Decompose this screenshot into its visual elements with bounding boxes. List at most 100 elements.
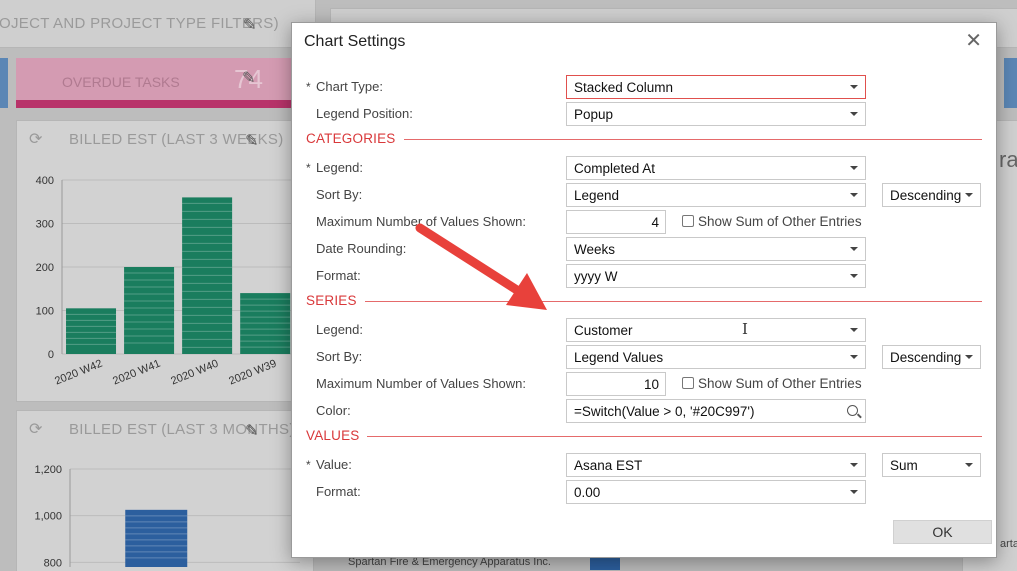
chevron-down-icon bbox=[850, 274, 858, 278]
checkbox-box[interactable] bbox=[682, 377, 694, 389]
series-show-sum-checkbox[interactable]: Show Sum of Other Entries bbox=[682, 376, 862, 391]
value-format-label: Format: bbox=[316, 484, 361, 499]
overdue-tasks-label: OVERDUE TASKS bbox=[62, 74, 180, 90]
chart-type-select[interactable]: Stacked Column bbox=[566, 75, 866, 99]
series-section: SERIES bbox=[306, 293, 982, 309]
overdue-tasks-kpi[interactable]: OVERDUE TASKS 74 ✎ bbox=[16, 58, 292, 102]
series-sort-select[interactable]: Legend Values bbox=[566, 345, 866, 369]
chart-settings-dialog: Chart Settings ✕ * Chart Type: Stacked C… bbox=[291, 22, 997, 558]
category-show-sum-checkbox[interactable]: Show Sum of Other Entries bbox=[682, 214, 862, 229]
search-icon[interactable] bbox=[847, 405, 858, 416]
legend-position-label: Legend Position: bbox=[316, 106, 413, 121]
edit-pencil-icon[interactable]: ✎ bbox=[243, 15, 256, 35]
series-order-select[interactable]: Descending bbox=[882, 345, 981, 369]
category-max-input[interactable]: 4 bbox=[566, 210, 666, 234]
category-order-select[interactable]: Descending bbox=[882, 183, 981, 207]
refresh-icon[interactable]: ⟳ bbox=[29, 129, 42, 149]
customer-bar bbox=[590, 558, 620, 570]
categories-title: CATEGORIES bbox=[306, 131, 404, 146]
bottom-right-label: artan bbox=[1000, 538, 1017, 550]
y-tick-label: 1,200 bbox=[34, 464, 62, 476]
chevron-down-icon bbox=[850, 193, 858, 197]
series-color-input[interactable]: =Switch(Value > 0, '#20C997') bbox=[566, 399, 866, 423]
legend-position-value: Popup bbox=[574, 107, 614, 122]
chevron-down-icon bbox=[850, 112, 858, 116]
y-tick-label: 0 bbox=[48, 349, 54, 361]
billed-months-title: BILLED EST (LAST 3 MONTHS) bbox=[69, 421, 295, 438]
required-mark: * bbox=[306, 80, 311, 94]
billed-months-chart: 800 1,000 1,200 bbox=[34, 464, 300, 569]
series-max-label: Maximum Number of Values Shown: bbox=[316, 376, 527, 391]
right-accent bbox=[1004, 58, 1017, 108]
y-tick-label: 300 bbox=[36, 219, 54, 231]
series-sort-value: Legend Values bbox=[574, 350, 664, 365]
legend-position-select[interactable]: Popup bbox=[566, 102, 866, 126]
checkbox-box[interactable] bbox=[682, 215, 694, 227]
category-max-label: Maximum Number of Values Shown: bbox=[316, 214, 527, 229]
category-legend-select[interactable]: Completed At bbox=[566, 156, 866, 180]
right-card-title: ra bbox=[999, 147, 1017, 172]
value-select[interactable]: Asana EST bbox=[566, 453, 866, 477]
chevron-down-icon bbox=[850, 490, 858, 494]
bar[interactable] bbox=[125, 509, 188, 567]
x-tick-label: 2020 W40 bbox=[169, 358, 220, 388]
filters-card: OJECT AND PROJECT TYPE FILTERS) ✎ bbox=[0, 0, 316, 48]
aggregate-select[interactable]: Sum bbox=[882, 453, 981, 477]
category-sort-select[interactable]: Legend bbox=[566, 183, 866, 207]
y-tick-label: 200 bbox=[36, 262, 54, 274]
billed-weeks-chart: 0 100 200 300 400 2020 W42 2020 W41 2020 W40 202… bbox=[36, 175, 300, 388]
series-legend-value: Customer bbox=[574, 323, 633, 338]
section-divider bbox=[306, 436, 982, 437]
category-legend-value: Completed At bbox=[574, 161, 656, 176]
text-cursor-icon: I bbox=[742, 320, 748, 338]
edit-pencil-icon[interactable]: ✎ bbox=[245, 421, 258, 441]
date-rounding-select[interactable]: Weeks bbox=[566, 237, 866, 261]
value-select-value: Asana EST bbox=[574, 458, 643, 473]
category-format-label: Format: bbox=[316, 268, 361, 283]
value-format-value: 0.00 bbox=[574, 485, 601, 500]
series-legend-select[interactable]: Customer bbox=[566, 318, 866, 342]
series-color-value: =Switch(Value > 0, '#20C997') bbox=[574, 404, 755, 419]
filters-card-title: OJECT AND PROJECT TYPE FILTERS) bbox=[0, 15, 279, 32]
chart-type-value: Stacked Column bbox=[574, 80, 674, 95]
required-mark: * bbox=[306, 161, 311, 175]
value-format-select[interactable]: 0.00 bbox=[566, 480, 866, 504]
chevron-down-icon bbox=[965, 355, 973, 359]
category-show-sum-label: Show Sum of Other Entries bbox=[698, 214, 862, 229]
chevron-down-icon bbox=[850, 463, 858, 467]
series-max-input[interactable]: 10 bbox=[566, 372, 666, 396]
chevron-down-icon bbox=[965, 463, 973, 467]
bar[interactable] bbox=[66, 308, 117, 354]
category-legend-label: Legend: bbox=[316, 160, 363, 175]
edit-pencil-icon[interactable]: ✎ bbox=[242, 68, 255, 88]
values-section: VALUES bbox=[306, 428, 982, 444]
overdue-tasks-accent bbox=[16, 100, 292, 108]
y-tick-label: 800 bbox=[44, 557, 62, 569]
x-tick-label: 2020 W39 bbox=[227, 358, 278, 388]
chevron-down-icon bbox=[850, 328, 858, 332]
y-tick-label: 400 bbox=[36, 175, 54, 187]
date-rounding-value: Weeks bbox=[574, 242, 616, 257]
chevron-down-icon bbox=[850, 355, 858, 359]
x-tick-label: 2020 W41 bbox=[111, 358, 162, 388]
close-icon[interactable]: ✕ bbox=[965, 31, 982, 51]
y-tick-label: 100 bbox=[36, 306, 54, 318]
values-title: VALUES bbox=[306, 428, 368, 443]
edit-pencil-icon[interactable]: ✎ bbox=[245, 131, 258, 151]
category-format-select[interactable]: yyyy W bbox=[566, 264, 866, 288]
chevron-down-icon bbox=[850, 85, 858, 89]
category-sort-value: Legend bbox=[574, 188, 620, 203]
x-tick-label: 2020 W42 bbox=[53, 358, 104, 388]
ok-button[interactable]: OK bbox=[893, 520, 992, 544]
category-sort-label: Sort By: bbox=[316, 187, 363, 202]
left-accent bbox=[0, 58, 8, 108]
y-tick-label: 1,000 bbox=[34, 511, 62, 523]
series-order-value: Descending bbox=[890, 350, 962, 365]
refresh-icon[interactable]: ⟳ bbox=[29, 419, 42, 439]
section-divider bbox=[306, 301, 982, 302]
aggregate-value: Sum bbox=[890, 458, 918, 473]
categories-section: CATEGORIES bbox=[306, 131, 982, 147]
chevron-down-icon bbox=[850, 166, 858, 170]
series-show-sum-label: Show Sum of Other Entries bbox=[698, 376, 862, 391]
chevron-down-icon bbox=[965, 193, 973, 197]
